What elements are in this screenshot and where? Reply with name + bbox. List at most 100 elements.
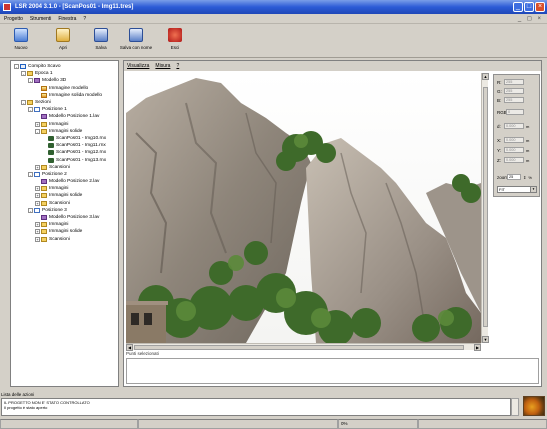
vertical-scroll-thumb[interactable] — [483, 87, 488, 327]
tree-node[interactable]: Immagine modello — [11, 85, 118, 92]
new-project-icon — [14, 28, 28, 42]
project-icon — [20, 64, 26, 70]
minimize-button[interactable]: _ — [513, 2, 523, 12]
scan-image-icon — [48, 143, 54, 149]
tree-node[interactable]: + Immagini — [11, 221, 118, 228]
log-scrollbar[interactable] — [511, 398, 519, 416]
zoom-fit-select[interactable]: FIT ▼ — [497, 186, 537, 193]
tree-node[interactable]: - Modello 3D — [11, 77, 118, 84]
status-cell — [418, 419, 547, 429]
zoom-field[interactable]: 25 — [507, 174, 521, 180]
tree-node[interactable]: + Immagini solide — [11, 228, 118, 235]
tree-node[interactable]: ScanPos01 - Img11.rnx — [11, 142, 118, 149]
tree-node-label: Modello Posizione 2.lav — [49, 179, 100, 185]
viewer-menu-misura[interactable]: Misura — [155, 63, 170, 69]
viewer-menu-help[interactable]: ? — [176, 63, 179, 69]
folder-icon — [27, 71, 33, 77]
menu-strumenti[interactable]: Strumenti — [29, 16, 52, 22]
expand-icon[interactable]: + — [35, 222, 40, 228]
exit-button[interactable]: Esci — [160, 28, 190, 50]
folder-icon — [27, 100, 33, 106]
expand-icon[interactable]: + — [35, 164, 40, 170]
project-tree-panel: - Compito Scavo - Epoca 1- Modello 3D Immagin… — [10, 60, 119, 387]
collapse-icon[interactable]: - — [28, 207, 33, 213]
expand-icon[interactable]: + — [35, 200, 40, 206]
tree-node-label: Posizione 2 — [42, 171, 67, 177]
tree-node-label: Scansioni — [49, 164, 70, 170]
chevron-down-icon[interactable]: ▼ — [530, 187, 536, 192]
document-window-controls[interactable]: _ ◻ × — [518, 15, 543, 22]
project-tree: - Compito Scavo - Epoca 1- Modello 3D Immagin… — [11, 61, 118, 243]
rock-face-photo[interactable] — [126, 73, 481, 343]
tree-node[interactable]: + Immagini — [11, 185, 118, 192]
scroll-left-icon[interactable]: ◀ — [126, 344, 133, 351]
z-field: 0.000 — [504, 157, 524, 163]
tree-node[interactable]: - Posizione 2 — [11, 171, 118, 178]
save-button[interactable]: Salva — [86, 28, 116, 50]
tree-node[interactable]: + Immagini — [11, 121, 118, 128]
x-unit: m — [526, 137, 530, 143]
expand-icon[interactable]: + — [35, 236, 40, 242]
scroll-right-icon[interactable]: ▶ — [474, 344, 481, 351]
zoom-fit-value: FIT — [499, 187, 505, 192]
close-button[interactable]: × — [535, 2, 545, 12]
horizontal-scroll-thumb[interactable] — [134, 345, 464, 350]
tree-node[interactable]: Modello Posizione 2.lav — [11, 178, 118, 185]
menu-finestra[interactable]: Finestra — [57, 16, 77, 22]
collapse-icon[interactable]: - — [28, 171, 33, 177]
tree-node[interactable]: - Sezioni — [11, 99, 118, 106]
tree-node[interactable]: - Compito Scavo — [11, 63, 118, 70]
tree-node[interactable]: Immagine solida modello — [11, 92, 118, 99]
tree-node[interactable]: - Posizione 3 — [11, 207, 118, 214]
z-row: Z: 0.000 m — [497, 157, 529, 163]
expand-icon[interactable]: + — [35, 121, 40, 127]
save-as-button[interactable]: Salva con nome — [118, 28, 154, 50]
action-log-label: Lista delle azioni — [1, 392, 35, 397]
x-field: 0.000 — [504, 137, 524, 143]
tree-node[interactable]: ScanPos01 - Img12.rnx — [11, 149, 118, 156]
position-icon — [34, 107, 40, 113]
expand-icon[interactable]: + — [35, 229, 40, 235]
g-row: G: 255 — [497, 88, 524, 94]
save-as-icon — [129, 28, 143, 42]
selected-points-label: Punti selezionati — [126, 351, 159, 356]
b-field: 255 — [504, 97, 524, 103]
y-row: Y: 0.000 m — [497, 147, 529, 153]
collapse-icon[interactable]: - — [21, 71, 26, 77]
tree-node[interactable]: - Immagini solide — [11, 128, 118, 135]
tree-node[interactable]: - Epoca 1 — [11, 70, 118, 77]
collapse-icon[interactable]: - — [35, 128, 40, 134]
scroll-up-icon[interactable]: ▲ — [482, 73, 489, 80]
scroll-down-icon[interactable]: ▼ — [482, 336, 489, 343]
tree-node[interactable]: ScanPos01 - Img13.rnx — [11, 156, 118, 163]
viewer-menu-visualizza[interactable]: Visualizza — [127, 63, 149, 69]
collapse-icon[interactable]: - — [14, 64, 19, 70]
tree-node[interactable]: Modello Posizione 1.lav — [11, 113, 118, 120]
tree-node[interactable]: Modello Posizione 3.lav — [11, 214, 118, 221]
zoom-spinner-icon[interactable]: ⇕ — [523, 175, 526, 180]
g-field: 255 — [504, 88, 524, 94]
selected-points-box[interactable] — [126, 358, 539, 384]
tree-node[interactable]: - Posizione 1 — [11, 106, 118, 113]
collapse-icon[interactable]: - — [28, 107, 33, 113]
save-disk-icon — [94, 28, 108, 42]
menu-progetto[interactable]: Progetto — [3, 16, 24, 22]
collapse-icon[interactable]: - — [21, 100, 26, 106]
new-button[interactable]: Nuovo — [6, 28, 36, 50]
d-field: 0.000 — [504, 123, 524, 129]
expand-icon[interactable]: + — [35, 186, 40, 192]
tree-node-label: ScanPos01 - Img12.rnx — [56, 150, 107, 156]
new-button-label: Nuovo — [14, 45, 28, 50]
tree-node[interactable]: ScanPos01 - Img10.rnx — [11, 135, 118, 142]
tree-node[interactable]: + Immagini solide — [11, 192, 118, 199]
collapse-icon[interactable]: - — [28, 78, 33, 84]
open-button[interactable]: Apri — [48, 28, 78, 50]
tree-node[interactable]: + Scansioni — [11, 200, 118, 207]
viewer-horizontal-scrollbar[interactable]: ◀ ▶ — [126, 343, 481, 351]
menu-help[interactable]: ? — [82, 16, 87, 22]
maximize-button[interactable]: □ — [524, 2, 534, 12]
tree-node[interactable]: + Scansioni — [11, 236, 118, 243]
viewer-vertical-scrollbar[interactable]: ▲ ▼ — [481, 73, 489, 343]
tree-node[interactable]: + Scansioni — [11, 164, 118, 171]
expand-icon[interactable]: + — [35, 193, 40, 199]
